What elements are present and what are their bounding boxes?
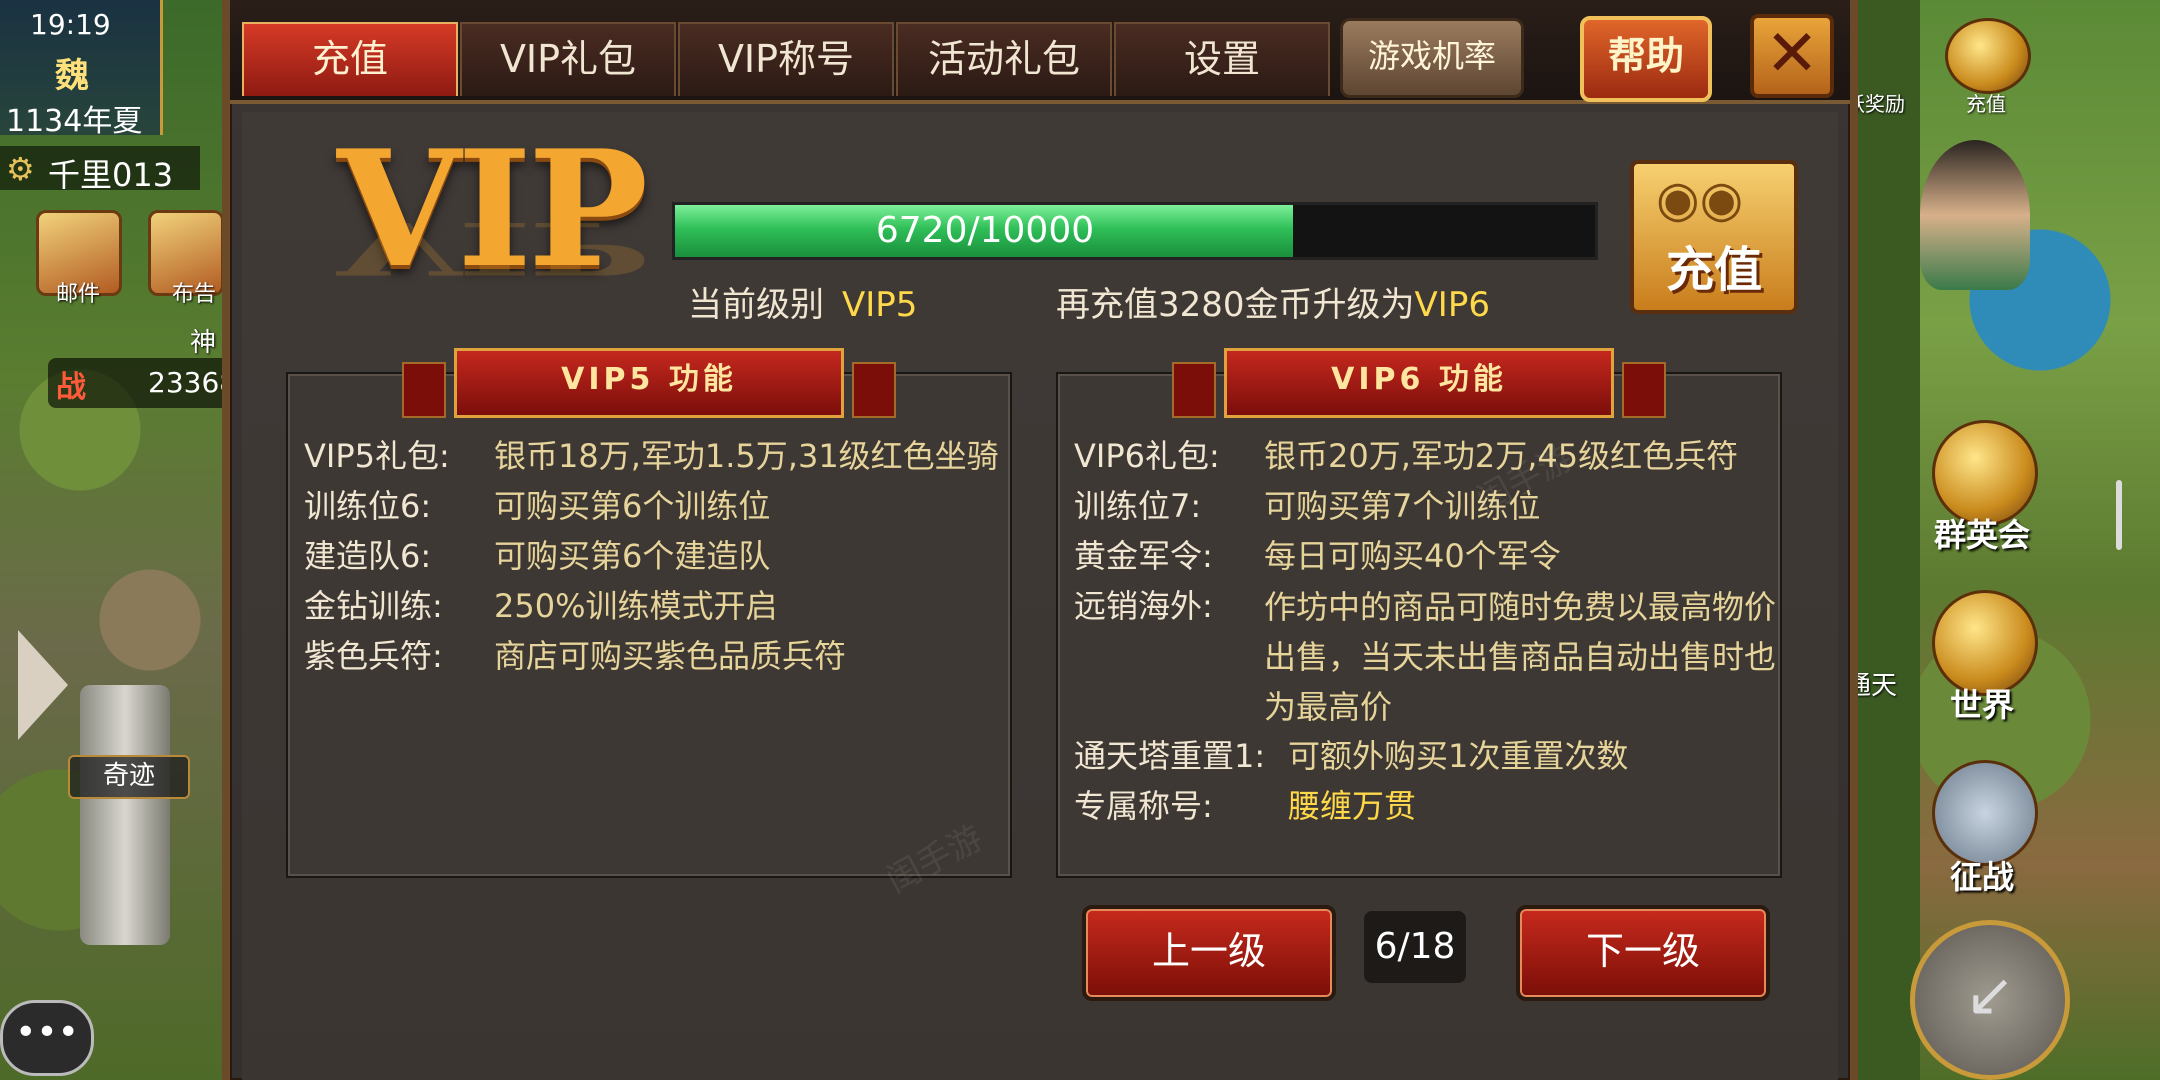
vip5-label: 金钻训练:	[304, 587, 443, 625]
vip5-label: 建造队6:	[304, 537, 432, 575]
scrollbar[interactable]	[2116, 480, 2122, 550]
kingdom-text: 魏	[55, 56, 89, 96]
vip5-label: 紫色兵符:	[304, 637, 443, 675]
player-name-row[interactable]: ⚙ 千里013	[0, 146, 200, 194]
vip6-label: 通天塔重置1:	[1074, 737, 1266, 775]
current-level-value: VIP5	[842, 285, 918, 325]
next-level-prefix: 再充值3280金币升级为	[1056, 285, 1415, 325]
vip5-value: 银币18万,军功1.5万,31级红色坐骑	[494, 437, 999, 475]
vip6-label: 专属称号:	[1074, 787, 1213, 825]
vip6-label: VIP6礼包:	[1074, 437, 1220, 475]
vip6-label: 训练位7:	[1074, 487, 1202, 525]
power-badge: 战 23368	[48, 358, 238, 408]
status-panel: 19:19 魏 1134年夏	[0, 0, 163, 139]
ribbon-tail-left	[1172, 362, 1216, 418]
tab-event-gift[interactable]: 活动礼包	[896, 22, 1112, 96]
tab-recharge[interactable]: 充值	[242, 22, 458, 96]
tab-bar: 充值 VIP礼包 VIP称号 活动礼包 设置 游戏机率 帮助 ✕	[230, 0, 1850, 104]
gold-coins-icon: ◉◉	[1656, 170, 1744, 228]
ribbon-tail-right	[1622, 362, 1666, 418]
vip-progress-bar: 6720/10000	[672, 202, 1598, 260]
expand-arrow-icon[interactable]	[18, 630, 68, 740]
swords-icon[interactable]	[1932, 760, 2038, 866]
recharge-button[interactable]: ◉◉ 充值	[1630, 160, 1798, 314]
mail-label: 邮件	[56, 282, 101, 307]
clock-text: 19:19	[30, 8, 111, 41]
close-icon[interactable]: ✕	[1750, 14, 1834, 98]
page-indicator: 6/18	[1364, 911, 1466, 983]
vip-dialog: 充值 VIP礼包 VIP称号 活动礼包 设置 游戏机率 帮助 ✕ VIP VIP…	[222, 0, 1858, 1080]
vip6-value: 每日可购买40个军令	[1264, 537, 1561, 575]
vip5-label: VIP5礼包:	[304, 437, 450, 475]
notice-label: 布告	[172, 282, 217, 307]
vip-logo-reflection: VIP	[337, 205, 645, 291]
god-label: 神	[190, 328, 217, 358]
vip5-value: 250%训练模式开启	[494, 587, 778, 625]
battle-icon: 战	[56, 370, 86, 405]
vip6-value: 腰缠万贯	[1288, 787, 1417, 825]
prev-level-button[interactable]: 上一级	[1082, 905, 1336, 1001]
current-level-label: 当前级别	[688, 285, 824, 325]
vip5-row: VIP5礼包:	[304, 434, 450, 478]
ribbon-tail-right	[852, 362, 896, 418]
wonder-pillar[interactable]	[80, 685, 170, 945]
next-level-button[interactable]: 下一级	[1516, 905, 1770, 1001]
recharge-shortcut-label: 充值	[1966, 92, 2006, 116]
chat-icon[interactable]: •••	[0, 1000, 94, 1076]
tab-settings[interactable]: 设置	[1114, 22, 1330, 96]
vip-content: VIP VIP 6720/10000 当前级别 VIP5 再充值3280金币升级为…	[242, 112, 1838, 1080]
game-odds-button[interactable]: 游戏机率	[1340, 18, 1524, 98]
next-level: 再充值3280金币升级为VIP6	[1056, 277, 1490, 326]
player-name: 千里013	[48, 156, 174, 194]
gear-icon[interactable]: ⚙	[6, 150, 35, 188]
tab-vip-gift[interactable]: VIP礼包	[460, 22, 676, 96]
current-level: 当前级别 VIP5	[688, 277, 917, 326]
vip6-label: 黄金军令:	[1074, 537, 1213, 575]
vip6-title: VIP6 功能	[1224, 348, 1614, 418]
help-button[interactable]: 帮助	[1580, 16, 1712, 102]
wonder-label[interactable]: 奇迹	[68, 755, 190, 799]
vip6-value: 可额外购买1次重置次数	[1288, 737, 1629, 775]
vip6-label: 远销海外:	[1074, 587, 1213, 625]
tab-vip-title[interactable]: VIP称号	[678, 22, 894, 96]
vip5-value: 可购买第6个建造队	[494, 537, 771, 575]
recharge-button-label: 充值	[1665, 242, 1762, 298]
vip6-value: 作坊中的商品可随时免费以最高物价出售，当天未出售商品自动出售时也为最高价	[1264, 588, 1777, 726]
character-portrait	[1920, 140, 2030, 290]
world-label: 世界	[1950, 686, 2015, 724]
coin-recharge-icon[interactable]	[1945, 18, 2031, 94]
heroes-label: 群英会	[1934, 516, 2031, 554]
vip5-label: 训练位6:	[304, 487, 432, 525]
ribbon-tail-left	[402, 362, 446, 418]
campaign-label: 征战	[1950, 858, 2015, 896]
season-text: 1134年夏	[6, 104, 143, 139]
vip5-title: VIP5 功能	[454, 348, 844, 418]
vip5-value: 可购买第6个训练位	[494, 487, 771, 525]
next-level-value: VIP6	[1414, 285, 1490, 325]
vip-progress-text: 6720/10000	[875, 210, 1095, 251]
vip5-value: 商店可购买紫色品质兵符	[494, 637, 847, 675]
back-arrow-icon[interactable]: ↙	[1910, 920, 2070, 1080]
